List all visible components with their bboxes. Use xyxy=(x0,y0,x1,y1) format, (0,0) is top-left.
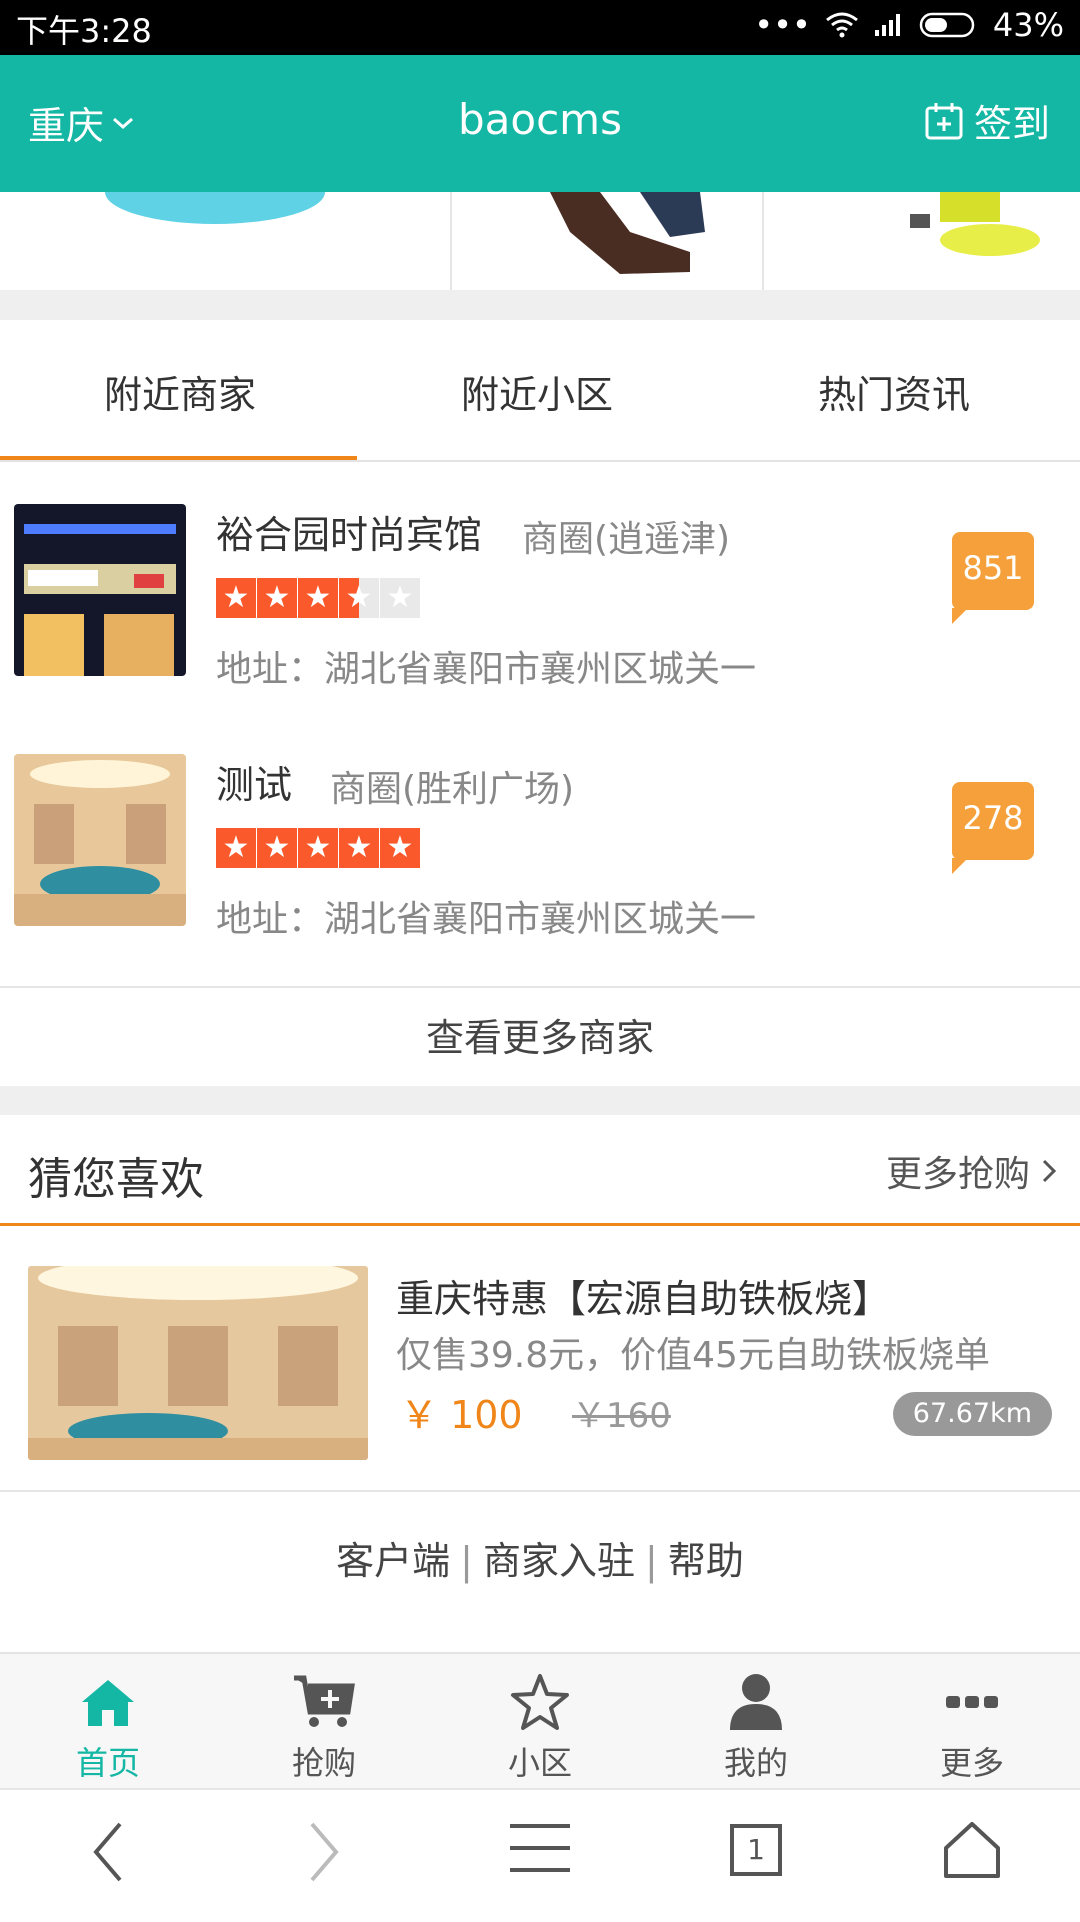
star-icon: ★ xyxy=(257,578,297,618)
status-icons: ••• 43% xyxy=(754,6,1064,44)
tab-nearby-merchants[interactable]: 附近商家 xyxy=(0,364,360,419)
star-half-icon: ★ xyxy=(339,578,379,618)
nav-label: 我的 xyxy=(723,1744,788,1782)
shop-area: 商圈(胜利广场) xyxy=(330,769,575,810)
nav-home[interactable]: 首页 xyxy=(0,1670,216,1784)
active-tab-indicator xyxy=(0,456,357,460)
star-icon: ★ xyxy=(216,578,256,618)
more-merchants-button[interactable]: 查看更多商家 xyxy=(0,986,1080,1088)
signal-icon xyxy=(874,14,900,36)
nav-flash-sale[interactable]: 抢购 xyxy=(216,1670,432,1784)
star-icon: ★ xyxy=(298,828,338,868)
tabs-button[interactable]: 1 xyxy=(648,1820,864,1876)
shop-name: 裕合园时尚宾馆 xyxy=(216,513,483,557)
review-count-badge: 851 xyxy=(952,532,1034,624)
signin-label: 签到 xyxy=(973,102,1050,146)
link-separator: | xyxy=(645,1539,658,1583)
shop-address: 地址：湖北省襄阳市襄州区城关一 xyxy=(216,649,757,690)
star-rating: ★ ★ ★ ★ ★ xyxy=(216,578,421,618)
nav-more[interactable]: 更多 xyxy=(864,1670,1080,1784)
dots-icon: ••• xyxy=(754,6,811,44)
user-icon xyxy=(730,1674,782,1730)
star-rating: ★ ★ ★ ★ ★ xyxy=(216,828,421,868)
banner-divider xyxy=(762,192,764,290)
tab-hot-news[interactable]: 热门资讯 xyxy=(714,364,1074,419)
deal-description: 仅售39.8元，价值45元自助铁板烧单 xyxy=(396,1335,990,1376)
nav-label: 首页 xyxy=(75,1744,140,1782)
deal-item[interactable]: 重庆特惠【宏源自助铁板烧】 仅售39.8元，价值45元自助铁板烧单 ￥ 100 … xyxy=(0,1226,1080,1492)
nearby-tabs: 附近商家 附近小区 热门资讯 xyxy=(0,320,1080,462)
bottom-nav: 首页 抢购 小区 我的 更多 xyxy=(0,1652,1080,1790)
page-title: baocms xyxy=(458,95,622,144)
wifi-icon xyxy=(825,12,858,38)
banner-divider xyxy=(450,192,452,290)
star-icon: ★ xyxy=(216,828,256,868)
product-image-bowl xyxy=(105,192,325,224)
more-deals-label: 更多抢购 xyxy=(885,1154,1030,1195)
star-icon: ★ xyxy=(380,828,420,868)
shop-item[interactable]: 测试 商圈(胜利广场) ★ ★ ★ ★ ★ 地址：湖北省襄阳市襄州区城关一 27… xyxy=(0,712,1080,962)
nav-community[interactable]: 小区 xyxy=(432,1670,648,1784)
browser-toolbar: 1 xyxy=(0,1788,1080,1922)
back-button[interactable] xyxy=(0,1820,216,1884)
tab-count-icon: 1 xyxy=(730,1824,782,1876)
back-arrow-icon xyxy=(93,1822,122,1882)
footer-link-client[interactable]: 客户端 xyxy=(336,1539,450,1583)
section-title: 猜您喜欢 xyxy=(28,1154,204,1205)
calendar-plus-icon xyxy=(925,102,963,139)
section-gap xyxy=(0,290,1080,320)
status-bar: 下午3:28 ••• 43% xyxy=(0,0,1080,55)
shop-area: 商圈(逍遥津) xyxy=(522,519,731,560)
footer-link-help[interactable]: 帮助 xyxy=(668,1539,744,1583)
shop-thumbnail xyxy=(14,754,186,926)
deal-image xyxy=(28,1266,368,1460)
app-header: 重庆 baocms 签到 xyxy=(0,55,1080,192)
product-image-mop xyxy=(910,192,1040,256)
footer-links: 客户端 | 商家入驻 | 帮助 xyxy=(0,1530,1080,1585)
star-outline-icon xyxy=(511,1674,569,1730)
nav-label: 抢购 xyxy=(291,1744,356,1782)
shop-item[interactable]: 裕合园时尚宾馆 商圈(逍遥津) ★ ★ ★ ★ ★ 地址：湖北省襄阳市襄州区城关… xyxy=(0,462,1080,712)
recommendation-header: 猜您喜欢 更多抢购 xyxy=(0,1115,1080,1226)
status-time: 下午3:28 xyxy=(16,12,152,50)
nav-label: 小区 xyxy=(507,1744,572,1782)
footer-link-merchant-join[interactable]: 商家入驻 xyxy=(483,1539,635,1583)
star-icon: ★ xyxy=(298,578,338,618)
menu-icon xyxy=(510,1824,570,1872)
more-icon xyxy=(946,1696,998,1708)
home-icon xyxy=(82,1680,134,1726)
nav-label: 更多 xyxy=(939,1744,1004,1782)
nav-mine[interactable]: 我的 xyxy=(648,1670,864,1784)
star-icon: ★ xyxy=(257,828,297,868)
chevron-right-icon xyxy=(1042,1159,1056,1183)
battery-icon xyxy=(919,12,975,38)
shop-address: 地址：湖北省襄阳市襄州区城关一 xyxy=(216,899,757,940)
distance-badge: 67.67km xyxy=(892,1392,1052,1436)
browser-home-button[interactable] xyxy=(864,1820,1080,1880)
forward-button[interactable] xyxy=(216,1820,432,1884)
review-count-badge: 278 xyxy=(952,782,1034,874)
signin-button[interactable]: 签到 xyxy=(924,93,1050,148)
shop-name: 测试 xyxy=(216,763,293,807)
tab-nearby-communities[interactable]: 附近小区 xyxy=(357,364,717,419)
deal-original-price: ￥160 xyxy=(572,1396,671,1436)
product-image-shoe xyxy=(550,192,705,274)
home-outline-icon xyxy=(944,1822,1000,1878)
battery-level: 43% xyxy=(992,6,1064,44)
cart-icon xyxy=(294,1675,355,1727)
more-deals-link[interactable]: 更多抢购 xyxy=(886,1145,1056,1197)
section-gap xyxy=(0,1086,1080,1115)
deal-price: ￥ 100 xyxy=(400,1393,523,1437)
product-banner[interactable] xyxy=(0,192,1080,290)
star-icon: ★ xyxy=(339,828,379,868)
star-empty-icon: ★ xyxy=(380,578,420,618)
link-separator: | xyxy=(460,1539,473,1583)
shop-thumbnail xyxy=(14,504,186,676)
menu-button[interactable] xyxy=(432,1820,648,1876)
deal-title: 重庆特惠【宏源自助铁板烧】 xyxy=(396,1277,891,1321)
forward-arrow-icon xyxy=(310,1822,339,1882)
